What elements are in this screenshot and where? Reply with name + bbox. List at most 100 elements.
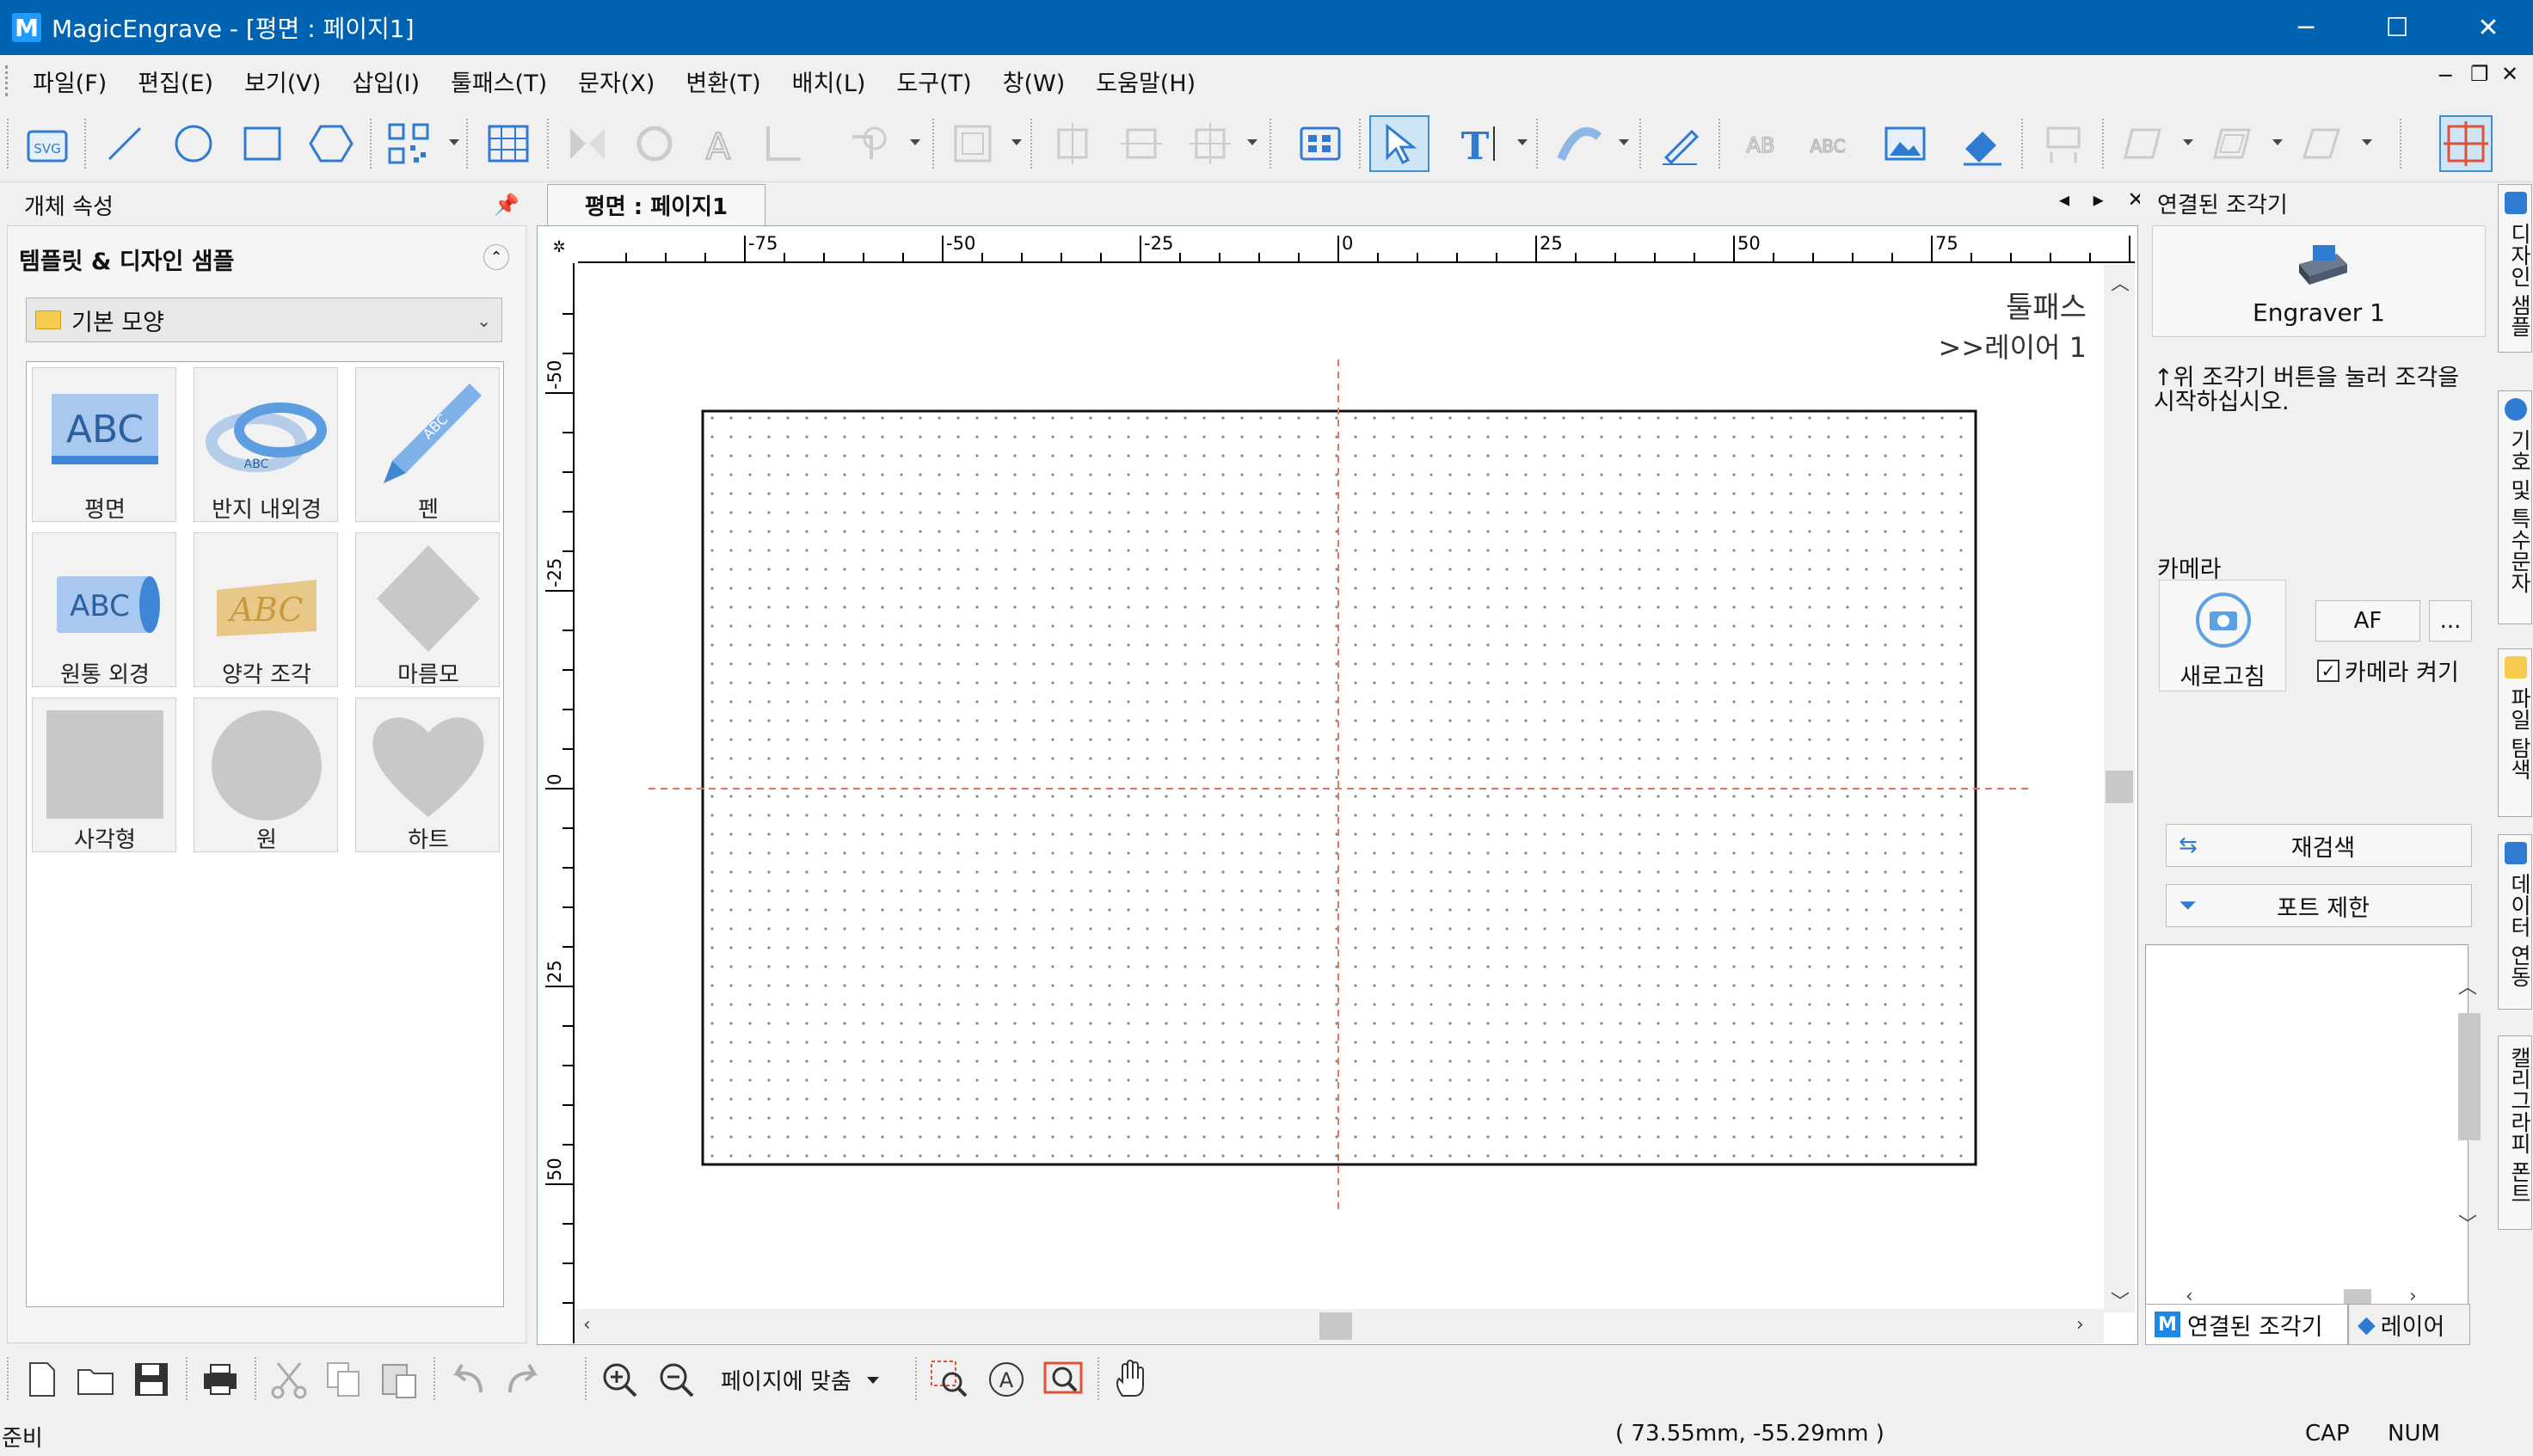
align-both-button[interactable] xyxy=(1180,115,1240,172)
side-tab-calligraphy-font[interactable]: 캘리그라피 폰트 xyxy=(2498,1035,2532,1230)
camera-refresh-button[interactable]: 새로고침 xyxy=(2159,580,2286,691)
save-button[interactable] xyxy=(127,1355,175,1404)
pin-icon[interactable]: 📌 xyxy=(494,193,520,217)
menu-view[interactable]: 보기(V) xyxy=(244,65,321,98)
template-diamond[interactable]: 마름모 xyxy=(355,532,500,688)
camera-on-checkbox[interactable]: ✓ 카메라 켜기 xyxy=(2317,654,2459,687)
ruler-origin-icon[interactable]: ✲ xyxy=(540,230,578,263)
menu-tools[interactable]: 도구(T) xyxy=(896,65,971,98)
zoom-text-button[interactable]: A xyxy=(982,1355,1030,1404)
checkbox-checked-icon[interactable]: ✓ xyxy=(2317,659,2339,682)
rectangle-tool-button[interactable] xyxy=(232,115,292,172)
tab-connected-engraver[interactable]: M 연결된 조각기 xyxy=(2145,1304,2348,1345)
envelope-dropdown-icon[interactable] xyxy=(2362,139,2372,145)
horizontal-scroll-thumb[interactable] xyxy=(1319,1312,1352,1340)
object-list-button[interactable] xyxy=(1290,115,1350,172)
align-dropdown-icon[interactable] xyxy=(1247,139,1257,145)
ellipse-tool-button[interactable] xyxy=(163,115,224,172)
pan-button[interactable] xyxy=(1108,1355,1156,1404)
arc-text-dropdown-icon[interactable] xyxy=(1619,139,1629,145)
weld-tool-button[interactable] xyxy=(839,115,900,172)
text-tool-button[interactable]: T xyxy=(1447,115,1507,172)
menu-arrange[interactable]: 배치(L) xyxy=(792,65,866,98)
fill-tool-button[interactable] xyxy=(1952,115,2013,172)
zoom-out-button[interactable] xyxy=(652,1355,700,1404)
menubar-grip[interactable] xyxy=(5,65,10,96)
corner-tool-button[interactable] xyxy=(753,115,814,172)
list-vertical-scrollbar[interactable]: ︿ ﹀ xyxy=(2456,972,2482,1247)
print-button[interactable] xyxy=(196,1355,244,1404)
zoom-page-button[interactable] xyxy=(1039,1355,1087,1404)
menu-window[interactable]: 창(W) xyxy=(1003,65,1066,98)
port-limit-button[interactable]: ⏷ 포트 제한 xyxy=(2166,884,2472,927)
menu-edit[interactable]: 편집(E) xyxy=(138,65,213,98)
menu-toolpath[interactable]: 툴패스(T) xyxy=(451,65,547,98)
fill-text-button[interactable]: ABC xyxy=(1798,115,1858,172)
template-relief[interactable]: ABC 양각 조각 xyxy=(194,532,338,688)
scroll-up-icon[interactable]: ︿ xyxy=(2111,268,2130,296)
horizontal-scrollbar[interactable]: ‹ › xyxy=(575,1309,2104,1343)
template-heart[interactable]: 하트 xyxy=(355,697,500,853)
drawing-canvas[interactable] xyxy=(578,265,2104,1307)
engraver-list[interactable]: ‹ › xyxy=(2145,944,2468,1319)
scroll-left-icon[interactable]: ‹ xyxy=(583,1314,591,1336)
mdi-restore-button[interactable]: ❐ xyxy=(2470,62,2489,86)
zoom-select[interactable]: 페이지에 맞춤 xyxy=(721,1364,879,1396)
scroll-right-icon[interactable]: › xyxy=(2076,1314,2084,1336)
menu-file[interactable]: 파일(F) xyxy=(33,65,107,98)
paste-button[interactable] xyxy=(375,1355,423,1404)
template-cylinder[interactable]: ABC 원통 외경 xyxy=(32,532,176,688)
skew-tool-button[interactable] xyxy=(2112,115,2173,172)
menu-text[interactable]: 문자(X) xyxy=(578,65,655,98)
grid-tool-button[interactable] xyxy=(478,115,538,172)
autofocus-button[interactable]: AF xyxy=(2315,600,2420,642)
toolbar-grip[interactable] xyxy=(7,119,9,169)
offset-dropdown-icon[interactable] xyxy=(2272,139,2283,145)
text-dropdown-icon[interactable] xyxy=(1517,139,1528,145)
mirror-tool-button[interactable] xyxy=(557,115,618,172)
menu-help[interactable]: 도움말(H) xyxy=(1096,65,1196,98)
undo-button[interactable] xyxy=(444,1355,492,1404)
text-path-tool-button[interactable]: A xyxy=(688,115,748,172)
template-pen[interactable]: ABC 펜 xyxy=(355,367,500,523)
array-dropdown-icon[interactable] xyxy=(1011,139,1022,145)
engraver-button[interactable]: Engraver 1 xyxy=(2152,225,2486,337)
camera-more-button[interactable]: ... xyxy=(2429,600,2472,642)
cut-button[interactable] xyxy=(265,1355,313,1404)
list-v-scroll-thumb[interactable] xyxy=(2458,1013,2481,1140)
align-center-button[interactable] xyxy=(1042,115,1103,172)
skew-dropdown-icon[interactable] xyxy=(2183,139,2193,145)
zoom-selection-button[interactable] xyxy=(925,1355,974,1404)
polygon-tool-button[interactable] xyxy=(301,115,361,172)
document-tab[interactable]: 평면 : 페이지1 xyxy=(547,184,765,225)
zoom-in-button[interactable] xyxy=(595,1355,643,1404)
collapse-button[interactable]: ⌃ xyxy=(483,244,509,270)
list-scroll-down-icon[interactable]: ﹀ xyxy=(2458,1209,2477,1237)
vertical-ruler[interactable]: -50 -25 0 25 50 xyxy=(540,263,575,1343)
arc-text-button[interactable] xyxy=(1548,115,1608,172)
tab-layer[interactable]: ◆ 레이어 xyxy=(2348,1304,2470,1345)
toolbar-overflow-grip[interactable] xyxy=(2400,119,2401,169)
align-middle-button[interactable] xyxy=(1111,115,1171,172)
line-tool-button[interactable] xyxy=(95,115,155,172)
category-select[interactable]: 기본 모양 ⌄ xyxy=(26,298,502,342)
select-tool-button[interactable] xyxy=(1369,115,1429,172)
scroll-down-icon[interactable]: ﹀ xyxy=(2111,1287,2130,1314)
image-tool-button[interactable] xyxy=(1875,115,1935,172)
copy-button[interactable] xyxy=(320,1355,368,1404)
template-circle[interactable]: 원 xyxy=(194,697,338,853)
list-scroll-up-icon[interactable]: ︿ xyxy=(2458,972,2477,999)
template-rectangle[interactable]: 사각형 xyxy=(32,697,176,853)
mdi-minimize-button[interactable]: ─ xyxy=(2439,64,2451,88)
crosshair-tool-button[interactable] xyxy=(2439,115,2493,172)
qrcode-tool-button[interactable] xyxy=(378,115,439,172)
import-svg-button[interactable]: SVG xyxy=(17,115,77,172)
close-button[interactable]: ✕ xyxy=(2441,0,2533,55)
offset-tool-button[interactable] xyxy=(2202,115,2262,172)
rotate-tool-button[interactable] xyxy=(624,115,685,172)
maximize-button[interactable]: ☐ xyxy=(2350,0,2444,55)
new-file-button[interactable] xyxy=(17,1355,65,1404)
side-tab-data-link[interactable]: 데이터 연동 xyxy=(2498,834,2532,1010)
minimize-button[interactable]: ─ xyxy=(2259,0,2353,55)
vertical-scrollbar[interactable]: ︿ ﹀ xyxy=(2104,265,2135,1314)
